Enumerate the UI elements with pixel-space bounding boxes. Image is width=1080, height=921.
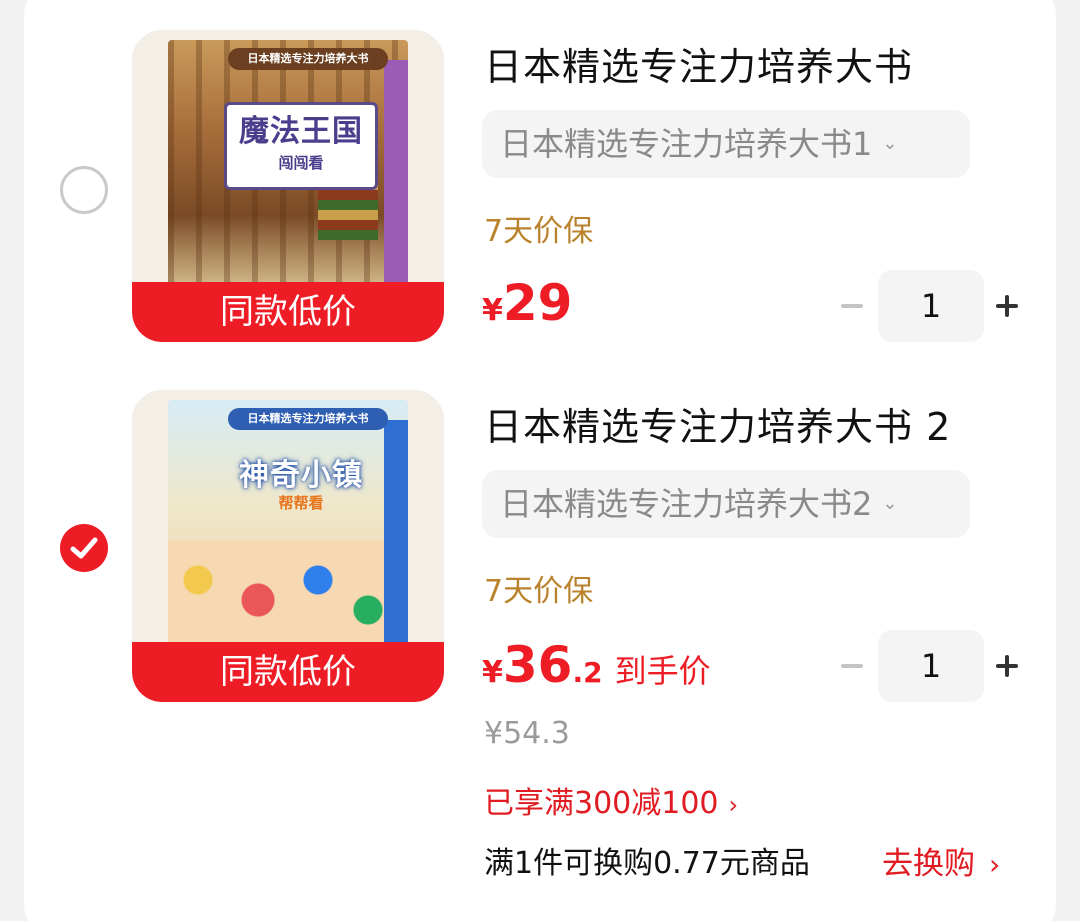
chevron-right-icon: › bbox=[728, 791, 739, 819]
price-decimal: .2 bbox=[572, 656, 603, 689]
promotion-link[interactable]: 已享满300减100 › bbox=[484, 778, 738, 822]
promotion-text: 已享满300减100 bbox=[484, 786, 719, 821]
original-price: ¥54.3 bbox=[484, 716, 570, 751]
book-cover-image: 日本精选专注力培养大书 魔法王国 闯闯看 bbox=[168, 40, 408, 290]
price: ¥29 bbox=[482, 274, 572, 332]
product-image[interactable]: 日本精选专注力培养大书 神奇小镇 帮帮看 同款低价 bbox=[132, 390, 444, 702]
chevron-right-icon: › bbox=[989, 848, 1001, 881]
decrease-button[interactable] bbox=[836, 270, 868, 342]
same-item-low-price-tag: 同款低价 bbox=[132, 282, 444, 342]
cover-title: 神奇小镇 bbox=[239, 458, 363, 493]
final-price-note: 到手价 bbox=[614, 652, 711, 690]
select-item-radio[interactable] bbox=[60, 524, 108, 572]
chevron-down-icon: ⌄ bbox=[882, 133, 898, 154]
price-integer: 36 bbox=[502, 636, 573, 694]
spec-value: 日本精选专注力培养大书2 bbox=[500, 485, 873, 523]
price-guarantee-label: 7天价保 bbox=[484, 574, 594, 609]
swap-link-label: 去换购 bbox=[882, 846, 975, 882]
currency-symbol: ¥ bbox=[482, 293, 503, 328]
decrease-button[interactable] bbox=[836, 630, 868, 702]
cover-badge: 日本精选专注力培养大书 bbox=[228, 408, 388, 430]
product-image[interactable]: 日本精选专注力培养大书 魔法王国 闯闯看 同款低价 bbox=[132, 30, 444, 342]
chevron-down-icon: ⌄ bbox=[882, 493, 898, 514]
book-cover-image: 日本精选专注力培养大书 神奇小镇 帮帮看 bbox=[168, 400, 408, 650]
price-guarantee-label: 7天价保 bbox=[484, 214, 594, 249]
checkmark-icon bbox=[70, 537, 98, 559]
quantity-input[interactable]: 1 bbox=[878, 270, 984, 342]
product-title[interactable]: 日本精选专注力培养大书 bbox=[484, 36, 913, 91]
spec-selector[interactable]: 日本精选专注力培养大书1 ⌄ bbox=[482, 110, 970, 178]
same-item-low-price-tag: 同款低价 bbox=[132, 642, 444, 702]
swap-offer-text: 满1件可换购0.77元商品 bbox=[484, 846, 810, 881]
price-integer: 29 bbox=[502, 274, 573, 332]
quantity-input[interactable]: 1 bbox=[878, 630, 984, 702]
currency-symbol: ¥ bbox=[482, 655, 503, 690]
increase-button[interactable] bbox=[992, 630, 1024, 702]
cover-subtitle: 闯闯看 bbox=[278, 154, 324, 172]
increase-button[interactable] bbox=[992, 270, 1024, 342]
quantity-stepper: 1 bbox=[836, 630, 1026, 702]
spec-value: 日本精选专注力培养大书1 bbox=[500, 125, 873, 163]
swap-purchase-link[interactable]: 去换购 › bbox=[882, 838, 1000, 883]
spec-selector[interactable]: 日本精选专注力培养大书2 ⌄ bbox=[482, 470, 970, 538]
product-title[interactable]: 日本精选专注力培养大书 2 bbox=[484, 396, 951, 451]
quantity-stepper: 1 bbox=[836, 270, 1026, 342]
price: ¥36.2 到手价 bbox=[482, 636, 711, 694]
select-item-radio[interactable] bbox=[60, 166, 108, 214]
cover-badge: 日本精选专注力培养大书 bbox=[228, 48, 388, 70]
cover-title: 魔法王国 bbox=[239, 114, 363, 149]
cover-subtitle: 帮帮看 bbox=[278, 494, 324, 512]
